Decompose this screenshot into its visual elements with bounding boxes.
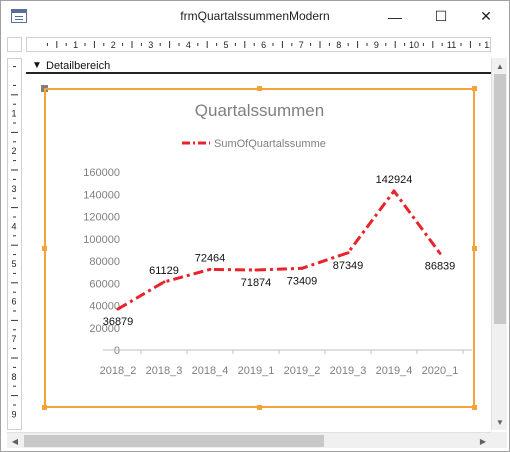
vertical-scrollbar[interactable]: ▲ ▼: [491, 58, 507, 430]
y-tick-label: 80000: [89, 256, 120, 268]
y-tick-label: 100000: [83, 234, 120, 246]
x-tick-label: 2019_2: [284, 365, 321, 377]
ruler-label: 1: [11, 109, 16, 119]
data-point: [254, 268, 258, 272]
resize-handle-right[interactable]: [472, 246, 477, 251]
data-label: 61129: [149, 265, 179, 277]
series-line: [117, 189, 442, 311]
vertical-ruler-ticks: 1 2 3 4 5 6 7 8 9: [11, 66, 18, 419]
section-label: Detailbereich: [46, 60, 111, 72]
y-tick-label: 140000: [83, 189, 120, 201]
maximize-icon: ☐: [434, 8, 448, 24]
ruler-label: 5: [223, 40, 228, 50]
ruler-label: 8: [11, 372, 16, 382]
vertical-scroll-thumb[interactable]: [494, 74, 506, 324]
minimize-icon: —: [388, 8, 402, 25]
size-grip[interactable]: [491, 432, 507, 448]
data-label: 71874: [241, 277, 272, 289]
data-label: 86839: [425, 260, 456, 272]
vertical-ruler[interactable]: 1 2 3 4 5 6 7 8 9: [7, 58, 22, 430]
ruler-label: 12: [484, 40, 490, 50]
ruler-label: 3: [148, 40, 153, 50]
ruler-label: 8: [336, 40, 341, 50]
y-tick-label: 160000: [83, 167, 120, 179]
data-point: [162, 280, 166, 284]
x-tick-label: 2020_1: [422, 365, 459, 377]
data-label: 72464: [195, 252, 226, 264]
chart-title: Quartalssummen: [195, 101, 324, 120]
form-window: frmQuartalssummenModern — ☐ ✕ 1234567891…: [0, 0, 510, 452]
ruler-label: 7: [299, 40, 304, 50]
ruler-label: 6: [11, 297, 16, 307]
horizontal-scroll-thumb[interactable]: [24, 435, 324, 447]
y-tick-label: 0: [114, 345, 120, 357]
y-tick-label: 40000: [89, 301, 120, 313]
data-point: [438, 251, 442, 255]
data-point: [208, 267, 212, 271]
data-point: [346, 251, 350, 255]
resize-handle-top[interactable]: [257, 86, 262, 91]
legend-label: SumOfQuartalssumme: [214, 138, 326, 150]
ruler-label: 9: [374, 40, 379, 50]
x-tick-label: 2018_3: [146, 365, 183, 377]
ruler-label: 7: [11, 334, 16, 344]
arrow-down-icon: ▼: [32, 60, 42, 71]
data-point: [392, 189, 396, 193]
scroll-down-arrow-icon[interactable]: ▼: [492, 414, 508, 430]
ruler-corner[interactable]: [7, 37, 22, 52]
maximize-button[interactable]: ☐: [418, 1, 464, 32]
resize-handle-bottom-right[interactable]: [472, 405, 477, 410]
data-point: [116, 307, 120, 311]
title-bar[interactable]: frmQuartalssummenModern — ☐ ✕: [1, 1, 509, 32]
detail-section-bar[interactable]: ▼ Detailbereich: [26, 58, 491, 74]
horizontal-ruler-ticks: 123456789101112: [46, 40, 494, 50]
x-tick-label: 2018_2: [100, 365, 137, 377]
minimize-button[interactable]: —: [372, 1, 418, 32]
horizontal-scrollbar[interactable]: ◀ ▶: [7, 432, 491, 448]
resize-handle-bottom[interactable]: [257, 405, 262, 410]
ruler-label: 10: [409, 40, 419, 50]
close-button[interactable]: ✕: [463, 1, 509, 32]
ruler-label: 3: [11, 184, 16, 194]
chart-svg: QuartalssummenSumOfQuartalssumme02000040…: [83, 101, 472, 377]
ruler-label: 2: [111, 40, 116, 50]
ruler-label: 4: [11, 221, 16, 231]
ruler-label: 11: [447, 40, 456, 50]
horizontal-ruler[interactable]: 123456789101112: [26, 37, 494, 52]
x-tick-label: 2018_4: [192, 365, 229, 377]
ruler-label: 6: [261, 40, 266, 50]
ruler-label: 1: [73, 40, 78, 50]
scroll-left-arrow-icon[interactable]: ◀: [7, 433, 23, 449]
scroll-right-arrow-icon[interactable]: ▶: [475, 433, 491, 449]
x-tick-label: 2019_3: [330, 365, 367, 377]
resize-handle-bottom-left[interactable]: [42, 405, 47, 410]
data-label: 73409: [287, 275, 318, 287]
chart-control[interactable]: Quartalssummen SumOfQuartalssumme 0 20000 40…: [44, 88, 475, 408]
scroll-up-arrow-icon[interactable]: ▲: [492, 58, 508, 74]
close-icon: ✕: [480, 8, 492, 24]
x-tick-label: 2019_1: [238, 365, 275, 377]
data-label: 36879: [103, 316, 134, 328]
ruler-label: 2: [11, 146, 16, 156]
data-label: 87349: [333, 260, 364, 272]
resize-handle-top-right[interactable]: [472, 86, 477, 91]
y-tick-label: 120000: [83, 212, 120, 224]
ruler-label: 9: [11, 409, 16, 419]
resize-handle-left[interactable]: [42, 246, 47, 251]
y-tick-label: 60000: [89, 278, 120, 290]
ruler-label: 5: [11, 259, 16, 269]
x-tick-label: 2019_4: [376, 365, 413, 377]
ruler-label: 4: [186, 40, 191, 50]
data-label: 142924: [376, 174, 413, 186]
data-point: [300, 266, 304, 270]
